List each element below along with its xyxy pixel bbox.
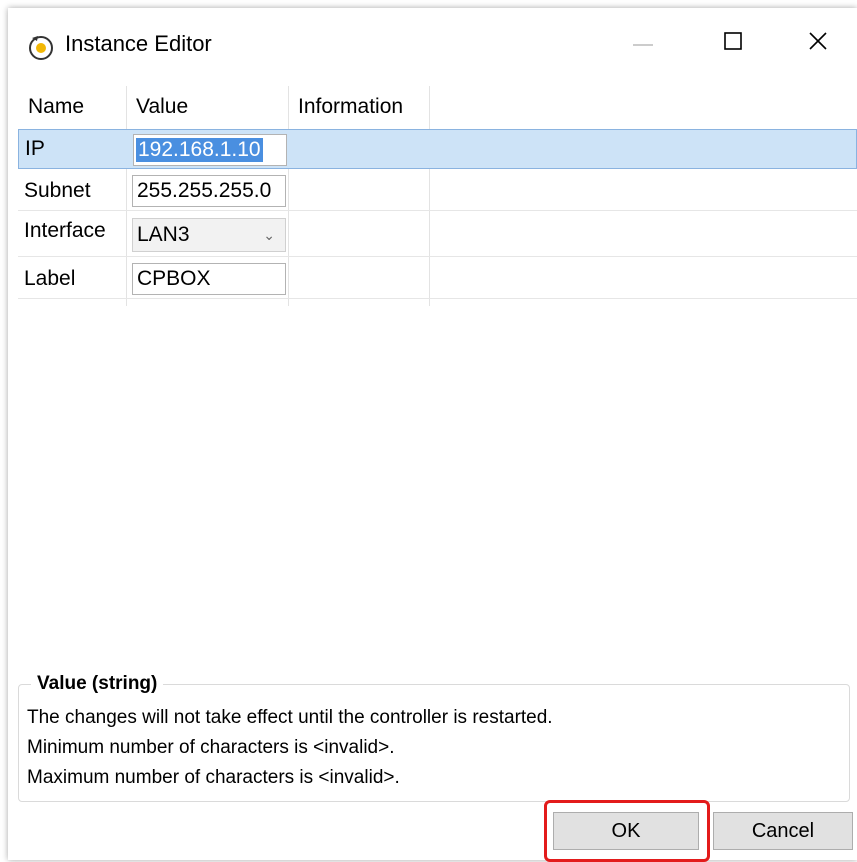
close-button[interactable] (778, 8, 857, 78)
selected-text: 192.168.1.10 (136, 138, 263, 162)
subnet-value-input[interactable]: 255.255.255.0 (132, 175, 286, 207)
info-line: Maximum number of characters is <invalid… (27, 767, 400, 788)
column-header-name[interactable]: Name (18, 86, 126, 128)
dropdown-value: LAN3 (137, 223, 190, 246)
minimize-button[interactable] (598, 8, 688, 78)
ok-button[interactable]: OK (553, 812, 699, 850)
close-icon (808, 31, 828, 56)
minimize-icon (633, 34, 653, 52)
column-header-information[interactable]: Information (288, 86, 429, 128)
row-name: IP (25, 137, 45, 160)
instance-editor-window: Instance Editor Name Value Information I… (8, 8, 857, 862)
info-line: Minimum number of characters is <invalid… (27, 737, 395, 758)
row-name: Label (24, 266, 76, 290)
grid-row-interface[interactable]: Interface LAN3 ⌄ (18, 213, 857, 257)
title-bar: Instance Editor (8, 8, 857, 78)
row-name: Interface (24, 219, 106, 242)
ip-value-input[interactable]: 192.168.1.10 (133, 134, 287, 166)
value-info-panel: Value (string) The changes will not take… (18, 673, 850, 802)
grid-row-label[interactable]: Label CPBOX (18, 259, 857, 299)
app-icon (26, 32, 56, 62)
info-line: The changes will not take effect until t… (27, 707, 553, 728)
maximize-icon (724, 31, 742, 55)
label-value-input[interactable]: CPBOX (132, 263, 286, 295)
property-grid: Name Value Information IP 192.168.1.10 S… (18, 86, 857, 306)
maximize-button[interactable] (688, 8, 778, 78)
column-header-value[interactable]: Value (126, 86, 288, 128)
window-title: Instance Editor (65, 31, 212, 56)
chevron-down-icon: ⌄ (263, 226, 275, 243)
grid-row-ip[interactable]: IP 192.168.1.10 (18, 129, 857, 169)
row-name: Subnet (24, 178, 91, 202)
info-title: Value (string) (31, 673, 164, 695)
cancel-button[interactable]: Cancel (713, 812, 853, 850)
grid-row-subnet[interactable]: Subnet 255.255.255.0 (18, 171, 857, 211)
interface-dropdown[interactable]: LAN3 ⌄ (132, 218, 286, 252)
